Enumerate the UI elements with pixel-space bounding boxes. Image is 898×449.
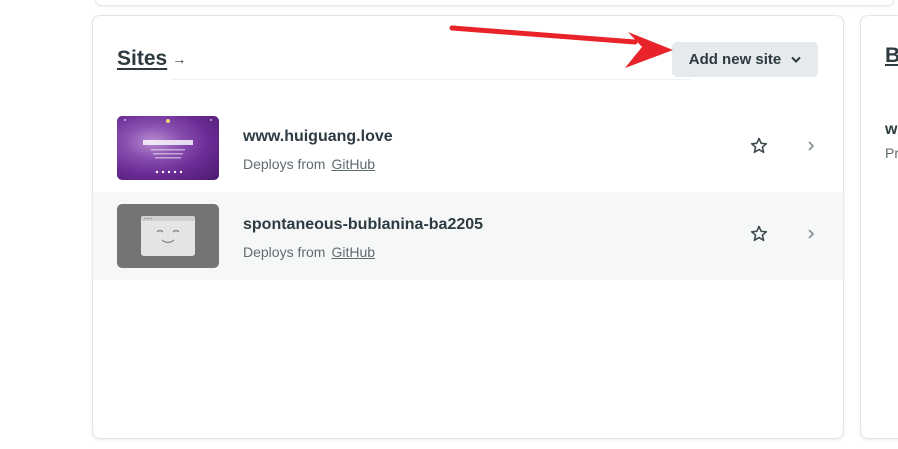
site-deploys-info: Deploys from GitHub xyxy=(243,156,375,172)
side-card-item-sub: Pr xyxy=(885,145,898,161)
chevron-down-icon xyxy=(791,51,801,68)
github-link[interactable]: GitHub xyxy=(331,244,375,260)
site-row[interactable]: spontaneous-bublanina-ba2205 Deploys fro… xyxy=(93,192,843,280)
star-icon[interactable] xyxy=(749,136,769,156)
sites-header[interactable]: Sites → xyxy=(117,44,186,74)
sites-card: Sites → Add new site www.huiguang.love D… xyxy=(92,15,844,439)
side-card-title[interactable]: B xyxy=(885,44,898,68)
site-deploys-info: Deploys from GitHub xyxy=(243,244,375,260)
star-icon[interactable] xyxy=(749,224,769,244)
site-name[interactable]: www.huiguang.love xyxy=(243,128,393,146)
site-name[interactable]: spontaneous-bublanina-ba2205 xyxy=(243,216,483,234)
deploys-label: Deploys from xyxy=(243,156,326,172)
site-row[interactable]: www.huiguang.love Deploys from GitHub xyxy=(93,104,843,192)
previous-card xyxy=(95,0,894,6)
arrow-right-icon: → xyxy=(172,51,187,67)
deploys-label: Deploys from xyxy=(243,244,326,260)
side-card-item-name[interactable]: w xyxy=(885,121,897,139)
add-new-site-button[interactable]: Add new site xyxy=(672,42,818,77)
side-card: B w Pr xyxy=(860,15,898,439)
chevron-right-icon[interactable] xyxy=(804,227,818,241)
sites-title-link[interactable]: Sites xyxy=(117,47,167,71)
header-divider xyxy=(171,79,691,80)
add-new-site-label: Add new site xyxy=(688,51,782,68)
site-thumbnail xyxy=(117,116,219,180)
chevron-right-icon[interactable] xyxy=(804,139,818,153)
github-link[interactable]: GitHub xyxy=(331,156,375,172)
site-thumbnail-placeholder xyxy=(117,204,219,268)
